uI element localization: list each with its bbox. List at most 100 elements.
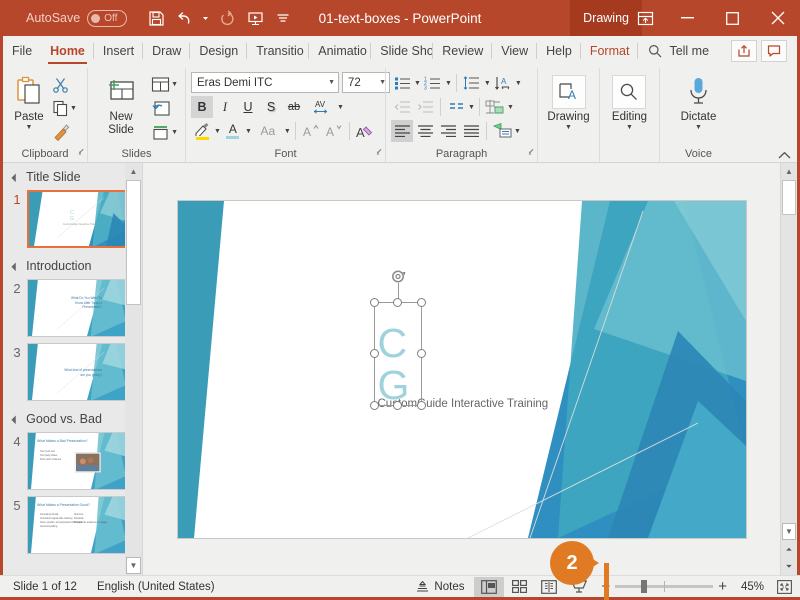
- thumbnail-image[interactable]: What Do You Want To Know After Today's P…: [27, 279, 127, 337]
- fit-slide-to-window-icon[interactable]: [771, 577, 797, 597]
- tab-slide-show[interactable]: Slide Sho: [371, 36, 434, 66]
- cut-button[interactable]: [50, 73, 79, 96]
- change-case-chevron-down-icon[interactable]: ▼: [284, 127, 291, 136]
- ribbon-display-options-icon[interactable]: [625, 0, 665, 36]
- line-spacing-chevron-down-icon[interactable]: ▼: [484, 79, 491, 88]
- tab-review[interactable]: Review: [433, 36, 493, 66]
- text-shadow-button[interactable]: S: [260, 96, 282, 118]
- thumbnail-slide-1[interactable]: 1 CG CustomGuide Interactive Training: [3, 188, 142, 252]
- increase-indent-button[interactable]: [414, 96, 436, 118]
- paste-button[interactable]: Paste ▼: [8, 71, 50, 134]
- convert-to-smartart-button[interactable]: [484, 96, 506, 118]
- maximize-icon[interactable]: [710, 0, 755, 36]
- format-painter-button[interactable]: [50, 121, 79, 144]
- columns-button[interactable]: [491, 120, 513, 142]
- paste-chevron-down-icon[interactable]: ▼: [26, 123, 33, 132]
- zoom-in-button[interactable]: +: [718, 578, 727, 595]
- redo-icon[interactable]: [214, 5, 240, 31]
- scroll-up-icon[interactable]: ▲: [781, 163, 797, 180]
- thumbnail-scroll-thumb[interactable]: [126, 180, 141, 305]
- tab-design[interactable]: Design: [190, 36, 248, 66]
- font-color-chevron-down-icon[interactable]: ▼: [245, 127, 252, 136]
- slide-counter[interactable]: Slide 1 of 12: [3, 581, 87, 593]
- copy-chevron-down-icon[interactable]: ▼: [70, 104, 77, 113]
- minimize-icon[interactable]: [665, 0, 710, 36]
- textbox-selection-frame[interactable]: [369, 270, 426, 410]
- align-text-button[interactable]: [445, 96, 467, 118]
- numbering-button[interactable]: 123: [422, 72, 444, 94]
- tab-view[interactable]: View: [492, 36, 538, 66]
- thumbnail-slide-3[interactable]: 3 What kind of presentations are you giv…: [3, 341, 142, 405]
- resize-handle-sw[interactable]: [369, 400, 379, 410]
- scroll-down-icon[interactable]: ▼: [126, 557, 141, 574]
- paragraph-dialog-launcher-icon[interactable]: ⭹: [528, 144, 534, 160]
- rotate-handle-icon[interactable]: [389, 268, 406, 285]
- tell-me-search[interactable]: Tell me: [638, 36, 719, 66]
- clipboard-dialog-launcher-icon[interactable]: ⭹: [78, 144, 84, 160]
- resize-handle-ne[interactable]: [416, 297, 426, 307]
- section-header-introduction[interactable]: ◣ Introduction: [3, 252, 142, 277]
- section-header-good-vs-bad[interactable]: ◣ Good vs. Bad: [3, 405, 142, 430]
- tab-help[interactable]: Help: [537, 36, 581, 66]
- resize-handle-e[interactable]: [416, 349, 426, 358]
- copy-button[interactable]: ▼: [50, 97, 79, 120]
- align-left-button[interactable]: [391, 120, 413, 142]
- thumbnail-pane-scrollbar[interactable]: ▲ ▼: [125, 163, 142, 575]
- notes-button[interactable]: Notes: [406, 580, 474, 593]
- section-collapse-triangle-icon[interactable]: ◣: [11, 414, 22, 425]
- thumbnail-slide-2[interactable]: 2 What Do You Want To Know After Today's…: [3, 277, 142, 341]
- thumbnail-slide-4[interactable]: 4 What Makes a Bad Presentation? Too muc…: [3, 430, 142, 494]
- underline-button[interactable]: U: [237, 96, 259, 118]
- text-highlight-color-button[interactable]: [191, 120, 213, 142]
- align-text-chevron-down-icon[interactable]: ▼: [468, 103, 475, 112]
- text-direction-chevron-down-icon[interactable]: ▼: [515, 79, 522, 88]
- previous-slide-button[interactable]: ⏶: [781, 541, 797, 558]
- language-indicator[interactable]: English (United States): [87, 581, 225, 593]
- center-button[interactable]: [414, 120, 436, 142]
- dictate-chevron-down-icon[interactable]: ▼: [695, 123, 702, 132]
- thumbnail-image[interactable]: CG CustomGuide Interactive Training: [27, 190, 127, 248]
- font-name-chevron-down-icon[interactable]: ▼: [324, 79, 335, 86]
- font-color-button[interactable]: A: [222, 120, 244, 142]
- character-spacing-button[interactable]: AV: [306, 96, 336, 118]
- reset-button[interactable]: [149, 97, 180, 120]
- zoom-level-label[interactable]: 45%: [732, 581, 764, 593]
- section-header-title-slide[interactable]: ◣ Title Slide: [3, 163, 142, 188]
- clear-all-formatting-button[interactable]: A: [354, 120, 376, 142]
- collapse-ribbon-icon[interactable]: [778, 151, 791, 160]
- editing-chevron-down-icon[interactable]: ▼: [626, 123, 633, 132]
- slide-sorter-icon[interactable]: [504, 577, 534, 597]
- section-button[interactable]: ▼: [149, 121, 180, 144]
- thumbnail-image[interactable]: What kind of presentations are you givin…: [27, 343, 127, 401]
- decrease-font-size-button[interactable]: A: [323, 120, 345, 142]
- slide-canvas[interactable]: C G CustomGuide Interactive Training: [177, 200, 746, 538]
- tab-insert[interactable]: Insert: [94, 36, 144, 66]
- font-name-combobox[interactable]: Eras Demi ITC ▼: [191, 72, 339, 93]
- tab-animations[interactable]: Animatio: [309, 36, 372, 66]
- editing-button[interactable]: Editing ▼: [608, 71, 651, 134]
- resize-handle-s[interactable]: [393, 400, 402, 410]
- resize-handle-n[interactable]: [393, 297, 402, 307]
- zoom-slider-thumb[interactable]: [641, 580, 648, 593]
- strikethrough-button[interactable]: ab: [283, 96, 305, 118]
- resize-handle-se[interactable]: [416, 400, 426, 410]
- bullets-button[interactable]: [391, 72, 413, 94]
- drawing-button[interactable]: A Drawing ▼: [543, 71, 593, 134]
- layout-chevron-down-icon[interactable]: ▼: [171, 80, 178, 89]
- tab-draw[interactable]: Draw: [143, 36, 191, 66]
- tab-format[interactable]: Format: [581, 36, 639, 66]
- new-slide-button[interactable]: New Slide: [93, 71, 149, 138]
- numbering-chevron-down-icon[interactable]: ▼: [445, 79, 452, 88]
- start-presentation-icon[interactable]: [242, 5, 268, 31]
- undo-icon[interactable]: [171, 5, 197, 31]
- section-collapse-triangle-icon[interactable]: ◣: [11, 261, 22, 272]
- bullets-chevron-down-icon[interactable]: ▼: [414, 79, 421, 88]
- tab-file[interactable]: File: [3, 36, 41, 66]
- text-highlight-chevron-down-icon[interactable]: ▼: [214, 127, 221, 136]
- next-slide-button[interactable]: ⏷: [781, 558, 797, 575]
- columns-chevron-down-icon[interactable]: ▼: [514, 127, 521, 136]
- zoom-slider[interactable]: [615, 580, 714, 593]
- autosave-switch[interactable]: Off: [87, 9, 128, 27]
- text-direction-button[interactable]: A: [492, 72, 514, 94]
- resize-handle-nw[interactable]: [369, 297, 379, 307]
